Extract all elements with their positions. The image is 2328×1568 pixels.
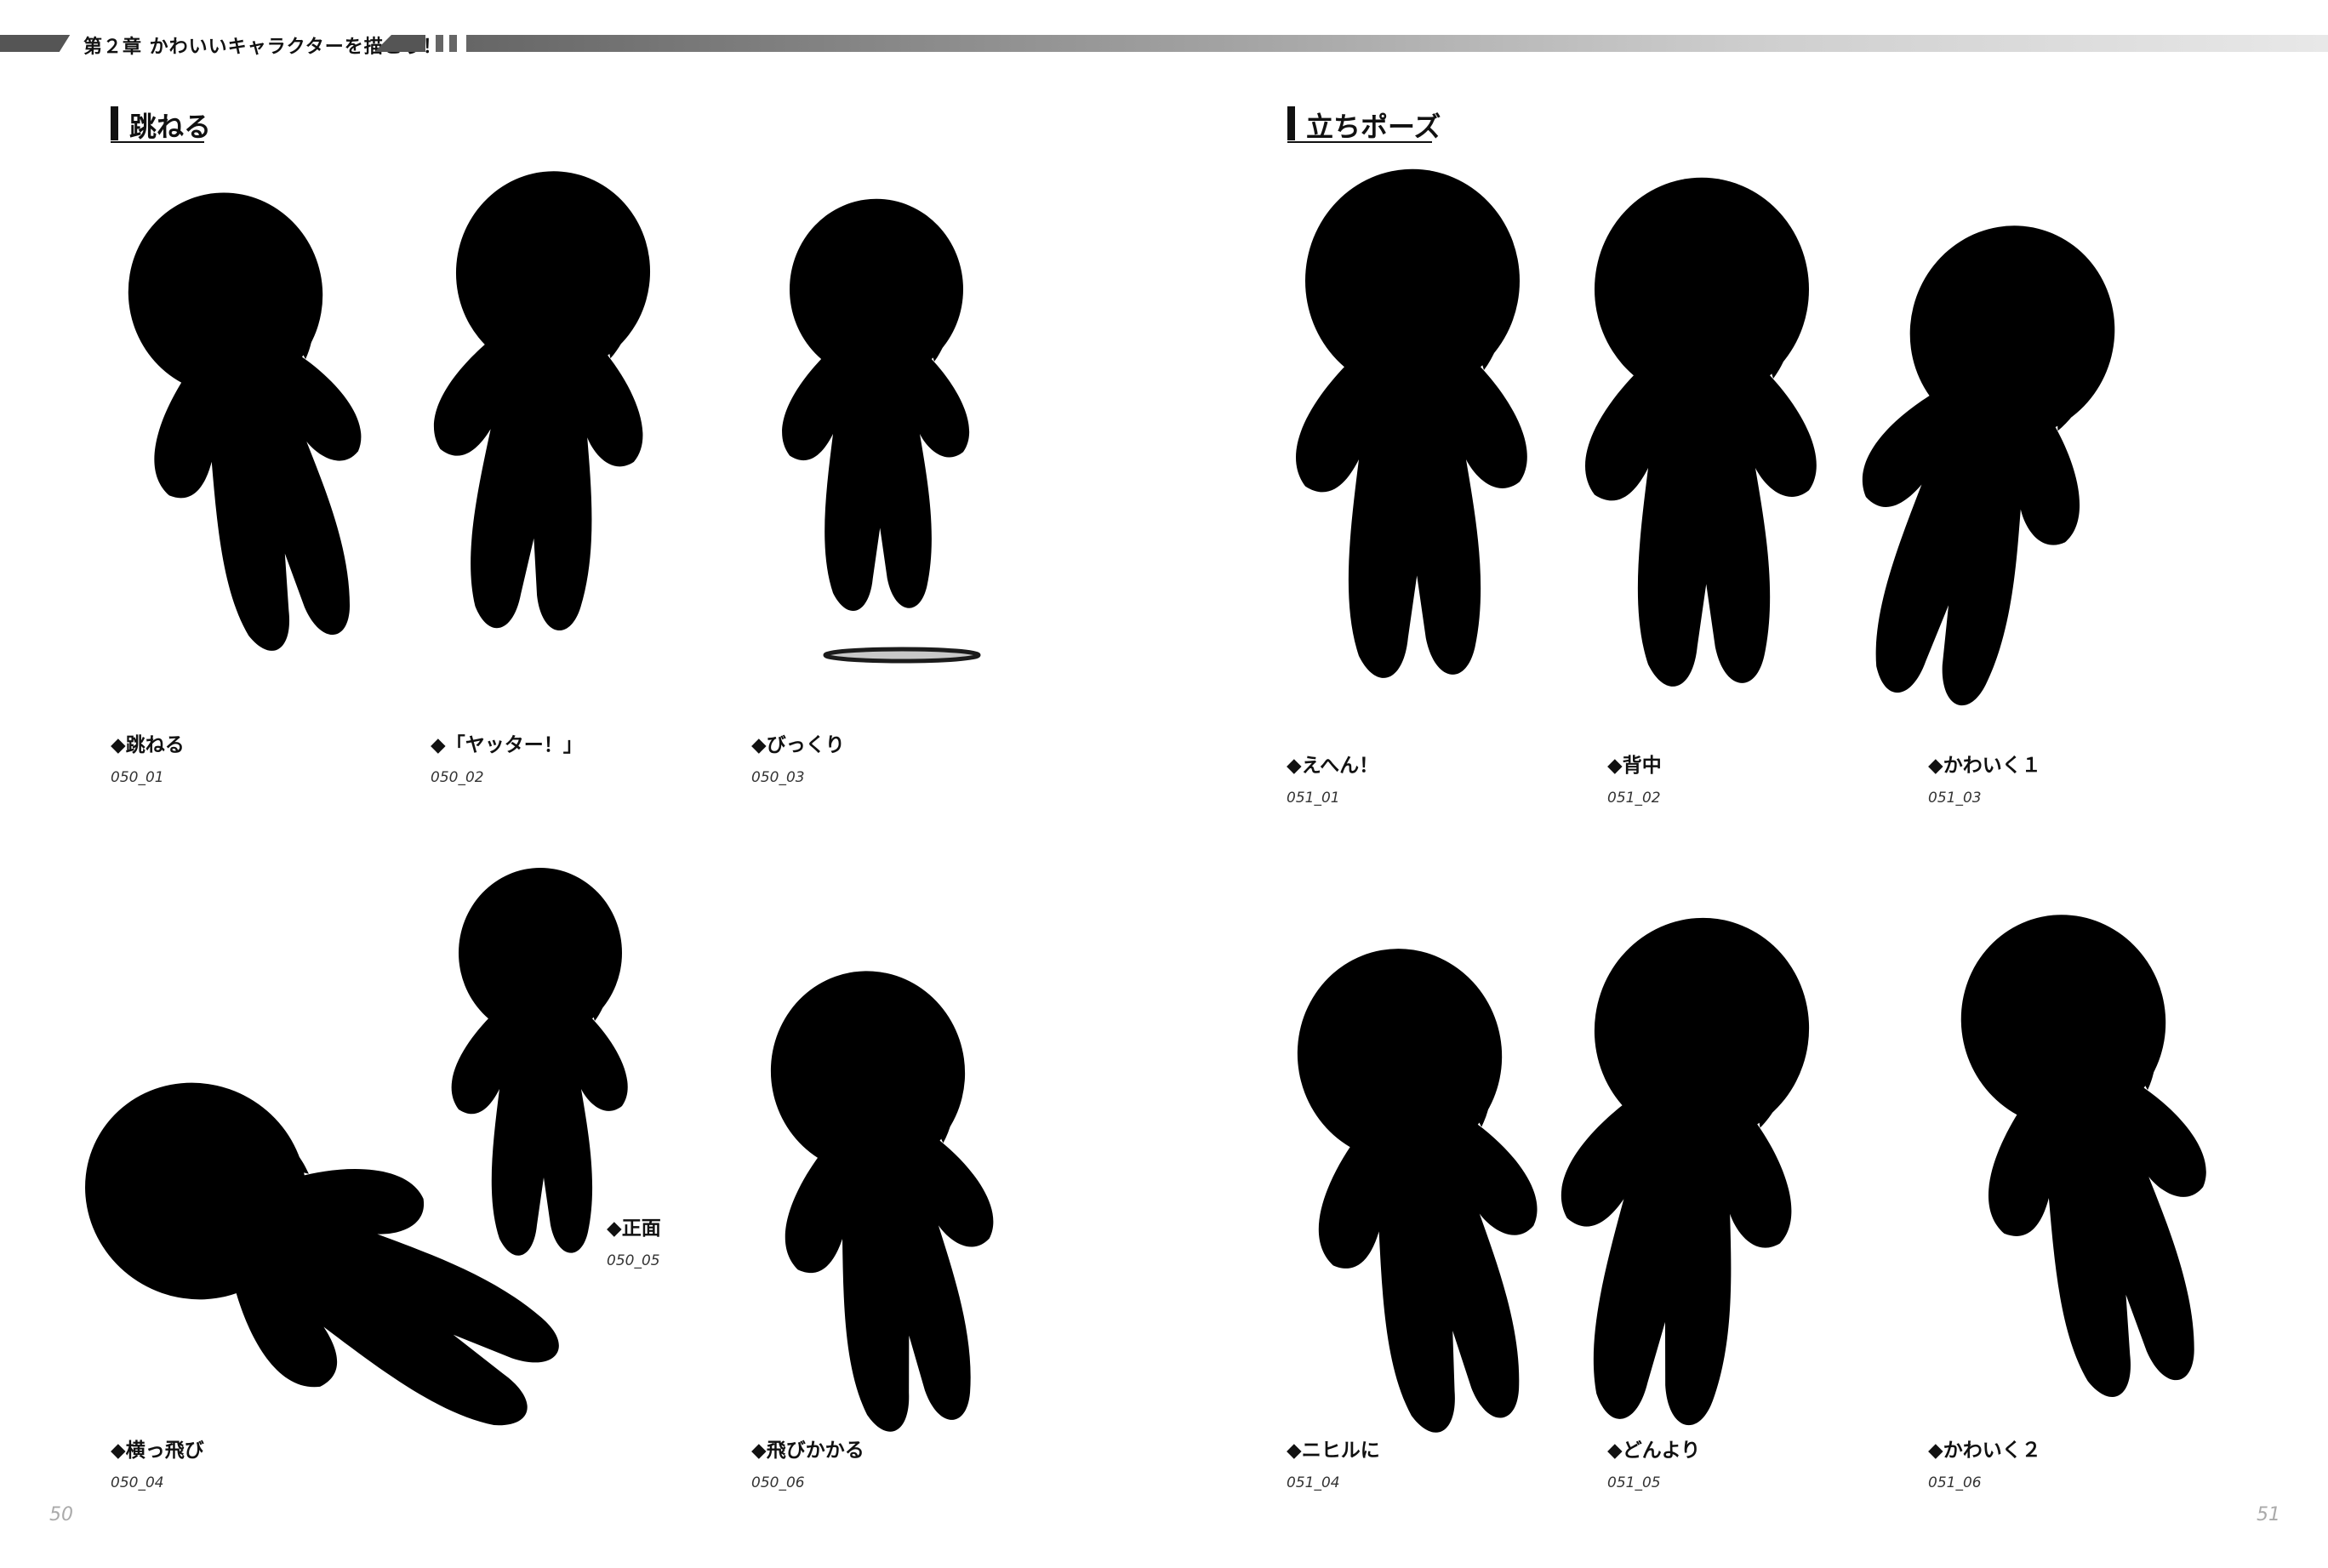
pose-caption: ◆びっくり 050_03 xyxy=(751,728,845,786)
figure-051-01 xyxy=(1296,168,1527,678)
figure-051-06 xyxy=(1932,894,2250,1415)
pose-code: 050_04 xyxy=(111,1474,164,1491)
pose-title: ◆背中 xyxy=(1607,755,1662,777)
figure-050-05 xyxy=(451,868,628,1256)
figure-051-05 xyxy=(1531,902,1831,1440)
pose-caption: ◆かわいく１ 051_03 xyxy=(1928,749,2041,807)
pose-caption: ◆かわいく２ 051_06 xyxy=(1928,1434,2041,1491)
figure-051-04 xyxy=(1271,931,1573,1447)
pose-title: ◆えへん！ xyxy=(1287,755,1379,777)
figure-051-02 xyxy=(1585,177,1817,687)
pose-code: 051_03 xyxy=(1928,790,1982,807)
pose-code: 051_02 xyxy=(1607,790,1661,807)
page-number-left: 50 xyxy=(49,1504,73,1525)
pose-code: 051_04 xyxy=(1287,1474,1340,1491)
pose-title: ◆跳ねる xyxy=(111,734,185,756)
pose-title: ◆かわいく２ xyxy=(1928,1440,2041,1462)
pose-title: ◆どんより xyxy=(1607,1440,1701,1462)
pose-caption: ◆横っ飛び 050_04 xyxy=(111,1434,204,1491)
figure-050-06 xyxy=(749,957,1021,1443)
pose-caption: ◆「ヤッター！」 050_02 xyxy=(431,728,583,786)
pose-caption: ◆背中 051_02 xyxy=(1607,749,1662,807)
pose-caption: ◆どんより 051_05 xyxy=(1607,1434,1700,1491)
pose-caption: ◆正面 050_05 xyxy=(607,1212,661,1269)
pose-code: 050_02 xyxy=(431,769,484,786)
pose-code: 050_05 xyxy=(607,1252,660,1269)
pose-title: ◆「ヤッター！」 xyxy=(431,734,583,756)
pose-caption: ◆飛びかかる 050_06 xyxy=(751,1434,864,1491)
pose-caption: ◆ニヒルに 051_04 xyxy=(1287,1434,1380,1491)
figure-050-02 xyxy=(416,162,665,640)
pose-title: ◆ニヒルに xyxy=(1287,1440,1380,1462)
pose-code: 050_01 xyxy=(111,769,164,786)
pose-code: 050_06 xyxy=(751,1474,805,1491)
pose-title: ◆かわいく１ xyxy=(1928,755,2041,777)
pose-code: 051_06 xyxy=(1928,1474,1982,1491)
pose-title: ◆びっくり xyxy=(751,734,845,756)
figure-050-03 xyxy=(782,198,970,611)
pose-title: ◆飛びかかる xyxy=(751,1440,864,1462)
pose-title: ◆横っ飛び xyxy=(111,1440,204,1462)
pose-caption: ◆跳ねる 050_01 xyxy=(111,728,185,786)
pose-code: 050_03 xyxy=(751,769,805,786)
figure-050-01 xyxy=(101,173,402,667)
pose-code: 051_05 xyxy=(1607,1474,1661,1491)
pose-caption: ◆えへん！ 051_01 xyxy=(1287,749,1378,807)
pose-title: ◆正面 xyxy=(607,1217,661,1240)
figure-051-03 xyxy=(1812,202,2144,726)
ground-shadow xyxy=(823,647,981,664)
page-number-right: 51 xyxy=(2257,1504,2280,1525)
pose-code: 051_01 xyxy=(1287,790,1340,807)
